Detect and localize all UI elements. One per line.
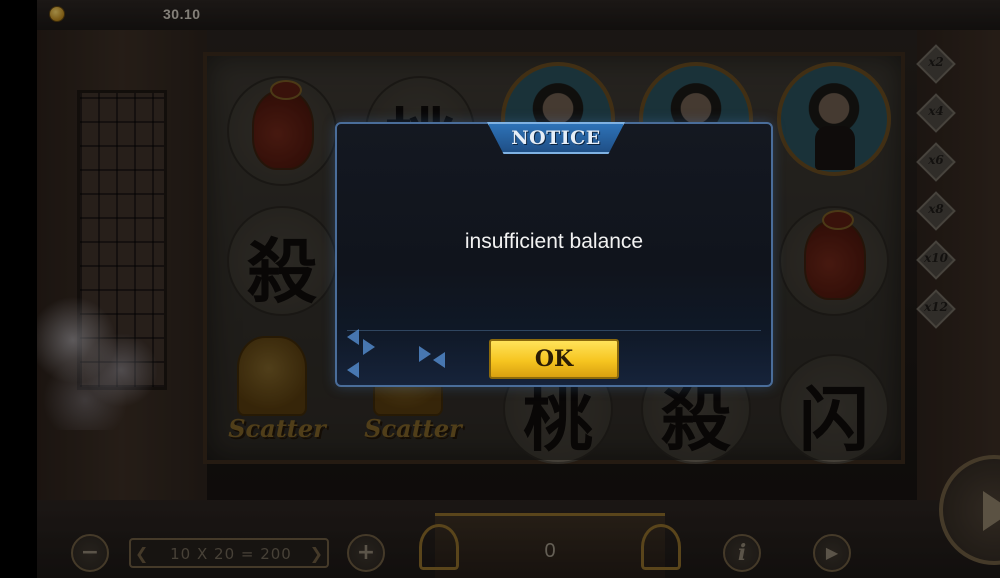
dialog-divider: [347, 330, 761, 331]
decor-triangle-icon: [363, 339, 375, 355]
notice-dialog: NOTICE insufficient balance OK: [335, 122, 773, 387]
decor-triangle-icon: [347, 329, 359, 345]
dialog-message: insufficient balance: [464, 230, 644, 253]
decor-triangle-icon: [433, 352, 445, 368]
ok-button[interactable]: OK: [489, 339, 619, 379]
decor-triangle-icon: [419, 346, 431, 362]
dialog-title: NOTICE: [511, 127, 601, 149]
decor-triangle-icon: [347, 362, 359, 378]
left-letterbox: [0, 0, 37, 578]
